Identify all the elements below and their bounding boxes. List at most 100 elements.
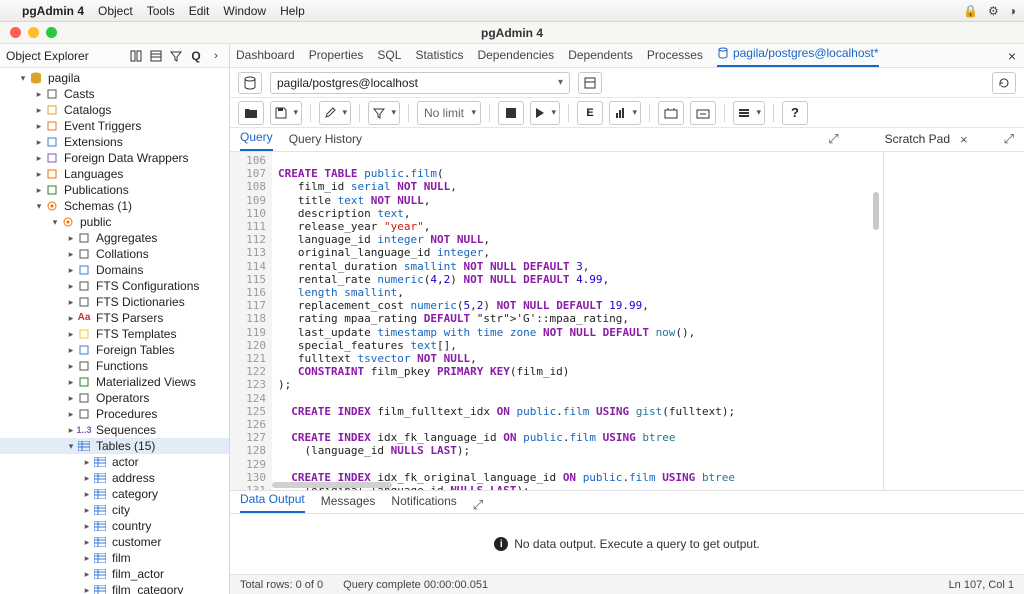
chevron-icon[interactable]: ▸ xyxy=(66,230,76,246)
help-button[interactable]: ? xyxy=(782,101,808,125)
tree-item[interactable]: ▸Publications xyxy=(0,182,229,198)
tree-item[interactable]: ▸city xyxy=(0,502,229,518)
chevron-icon[interactable]: ▸ xyxy=(66,326,76,342)
tree-item[interactable]: ▸FTS Templates xyxy=(0,326,229,342)
lock-icon[interactable]: 🔒 xyxy=(963,4,978,18)
tree-item[interactable]: ▸category xyxy=(0,486,229,502)
menubar-item[interactable]: Edit xyxy=(189,4,210,18)
row-limit-select[interactable]: No limit xyxy=(417,101,481,125)
tree-item[interactable]: ▸film xyxy=(0,550,229,566)
chevron-icon[interactable]: ▸ xyxy=(66,246,76,262)
chevron-icon[interactable]: ▸ xyxy=(34,150,44,166)
stop-button[interactable] xyxy=(498,101,524,125)
expand-output-icon[interactable]: ⤢ xyxy=(473,497,483,512)
chevron-icon[interactable]: ▸ xyxy=(34,166,44,182)
chevron-icon[interactable]: ▸ xyxy=(66,342,76,358)
tab-notifications[interactable]: Notifications xyxy=(391,489,456,513)
tree-item[interactable]: ▾Schemas (1) xyxy=(0,198,229,214)
tree-item[interactable]: ▸Catalogs xyxy=(0,102,229,118)
menubar-item[interactable]: Help xyxy=(280,4,305,18)
chevron-icon[interactable]: ▸ xyxy=(82,518,92,534)
menubar-item[interactable]: Window xyxy=(223,4,266,18)
object-tree[interactable]: ▾pagila▸Casts▸Catalogs▸Event Triggers▸Ex… xyxy=(0,68,229,594)
macros-button[interactable] xyxy=(733,101,765,125)
tab-messages[interactable]: Messages xyxy=(321,489,376,513)
tree-item[interactable]: ▸customer xyxy=(0,534,229,550)
tab-properties[interactable]: Properties xyxy=(309,43,364,67)
close-tab-icon[interactable]: × xyxy=(1008,48,1016,64)
tree-item[interactable]: ▸Aggregates xyxy=(0,230,229,246)
chevron-icon[interactable]: ▸ xyxy=(66,358,76,374)
tree-item[interactable]: ▸Domains xyxy=(0,262,229,278)
tree-item[interactable]: ▸actor xyxy=(0,454,229,470)
tree-item[interactable]: ▸Casts xyxy=(0,86,229,102)
menubar-item[interactable]: Tools xyxy=(147,4,175,18)
tab-dependents[interactable]: Dependents xyxy=(568,43,633,67)
connection-status-icon[interactable] xyxy=(238,72,262,94)
tree-item[interactable]: ▸film_actor xyxy=(0,566,229,582)
chevron-icon[interactable]: ▸ xyxy=(82,534,92,550)
filter-icon[interactable] xyxy=(169,49,183,63)
gear-icon[interactable]: ⚙ xyxy=(988,4,999,18)
chevron-icon[interactable]: ▸ xyxy=(34,118,44,134)
chevron-icon[interactable]: ▾ xyxy=(34,198,44,214)
chevron-icon[interactable]: ▸ xyxy=(82,454,92,470)
sql-editor[interactable]: 106 107 108 109 110 111 112 113 114 115 … xyxy=(230,152,884,490)
menubar-item[interactable]: Object xyxy=(98,4,133,18)
horizontal-scrollbar[interactable] xyxy=(272,482,392,488)
chevron-icon[interactable]: ▸ xyxy=(82,470,92,486)
reset-layout-button[interactable] xyxy=(992,72,1016,94)
close-scratch-icon[interactable]: × xyxy=(960,132,968,147)
tree-item[interactable]: ▸Foreign Data Wrappers xyxy=(0,150,229,166)
execute-button[interactable] xyxy=(530,101,560,125)
chevron-icon[interactable]: ▸ xyxy=(66,310,76,326)
tab-query-history[interactable]: Query History xyxy=(289,127,362,151)
chevron-icon[interactable]: ▸ xyxy=(34,134,44,150)
open-file-button[interactable] xyxy=(238,101,264,125)
chevron-icon[interactable]: ▸ xyxy=(66,278,76,294)
tree-item[interactable]: ▸1..3Sequences xyxy=(0,422,229,438)
chevron-icon[interactable]: ▾ xyxy=(18,70,28,86)
chevron-icon[interactable]: ▸ xyxy=(66,374,76,390)
tree-item[interactable]: ▸Collations xyxy=(0,246,229,262)
chevron-icon[interactable]: ▸ xyxy=(34,182,44,198)
chevron-icon[interactable]: ▾ xyxy=(50,214,60,230)
connection-select[interactable]: pagila/postgres@localhost ▾ xyxy=(270,72,570,94)
chevron-icon[interactable]: ▸ xyxy=(82,566,92,582)
chevron-icon[interactable]: ▸ xyxy=(34,86,44,102)
tab-data-output[interactable]: Data Output xyxy=(240,489,305,513)
expand-editor-icon[interactable]: ⤢ xyxy=(828,131,838,147)
chevron-icon[interactable]: ▸ xyxy=(82,502,92,518)
query-tool-icon[interactable]: Q xyxy=(189,49,203,63)
tree-item[interactable]: ▸FTS Configurations xyxy=(0,278,229,294)
tab-statistics[interactable]: Statistics xyxy=(415,43,463,67)
tab-query[interactable]: Query xyxy=(240,127,273,151)
chevron-icon[interactable]: ▸ xyxy=(66,294,76,310)
expand-scratch-icon[interactable]: ⤢ xyxy=(1004,131,1014,147)
chevron-icon[interactable]: ▸ xyxy=(82,550,92,566)
tree-item[interactable]: ▾Tables (15) xyxy=(0,438,229,454)
chevron-icon[interactable]: ▸ xyxy=(66,262,76,278)
save-file-button[interactable] xyxy=(270,101,302,125)
filter-rows-button[interactable] xyxy=(368,101,400,125)
menubar-app[interactable]: pgAdmin 4 xyxy=(22,4,84,18)
chevron-icon[interactable]: ▸ xyxy=(66,422,76,438)
tree-item[interactable]: ▸address xyxy=(0,470,229,486)
chevron-icon[interactable]: ▸ xyxy=(66,406,76,422)
tree-item[interactable]: ▸film_category xyxy=(0,582,229,594)
tree-item[interactable]: ▾public xyxy=(0,214,229,230)
chevron-right-icon[interactable]: › xyxy=(209,49,223,63)
tree-item[interactable]: ▸Functions xyxy=(0,358,229,374)
tree-item[interactable]: ▸Materialized Views xyxy=(0,374,229,390)
explain-analyze-button[interactable] xyxy=(609,101,641,125)
tab-sql[interactable]: SQL xyxy=(377,43,401,67)
scratch-pad[interactable] xyxy=(884,152,1024,490)
explorer-tool-1-icon[interactable] xyxy=(129,49,143,63)
tab-dashboard[interactable]: Dashboard xyxy=(236,43,295,67)
tree-item[interactable]: ▸Operators xyxy=(0,390,229,406)
tree-item[interactable]: ▸country xyxy=(0,518,229,534)
new-connection-button[interactable] xyxy=(578,72,602,94)
tab-processes[interactable]: Processes xyxy=(647,43,703,67)
sql-code[interactable]: CREATE TABLE public.film( film_id serial… xyxy=(272,152,883,490)
vertical-scrollbar[interactable] xyxy=(873,192,879,230)
